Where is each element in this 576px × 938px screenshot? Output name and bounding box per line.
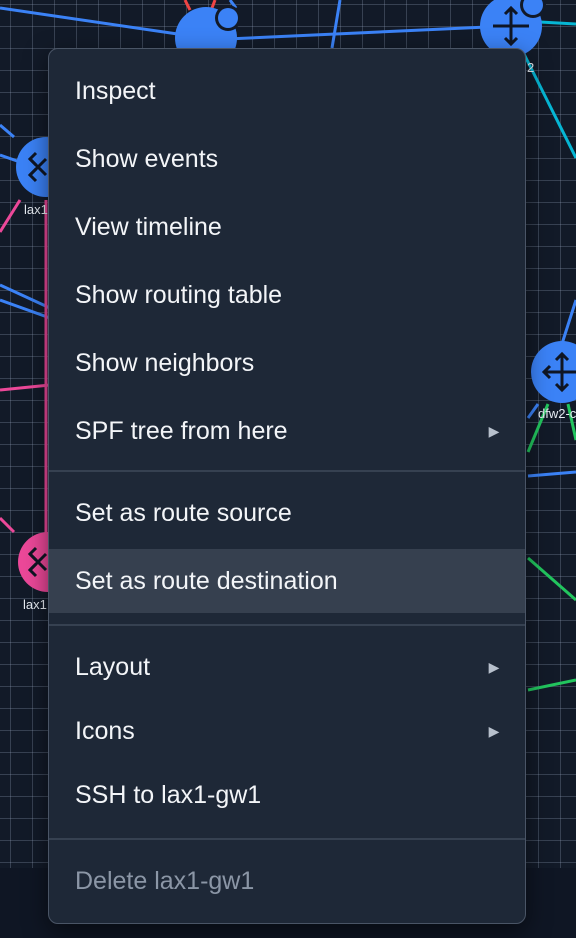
link: [204, 24, 511, 42]
menu-item-label: SPF tree from here: [75, 416, 288, 445]
link: [183, 0, 192, 11]
link: [0, 298, 51, 320]
menu-item-label: View timeline: [75, 212, 222, 241]
node-label-lax1-bottom: lax1: [23, 597, 47, 612]
link: [0, 123, 15, 139]
link: [539, 20, 576, 26]
link: [527, 470, 576, 478]
link: [527, 556, 576, 602]
node-label-dfw2: dfw2-c: [538, 406, 576, 421]
link: [0, 516, 16, 534]
link: [0, 283, 51, 310]
menu-item-show-routing-table[interactable]: Show routing table: [49, 263, 525, 327]
menu-item-set-route-destination[interactable]: Set as route destination: [49, 549, 525, 613]
menu-item-label: Show neighbors: [75, 348, 255, 377]
menu-item-label: Set as route source: [75, 498, 292, 527]
menu-separator: [49, 624, 525, 626]
link: [330, 0, 342, 49]
chevron-right-icon: ▶: [488, 722, 500, 739]
context-menu: Inspect Show events View timeline Show r…: [48, 48, 526, 924]
link: [0, 199, 22, 233]
chevron-right-icon: ▶: [488, 422, 500, 439]
menu-item-label: Icons: [75, 716, 135, 745]
menu-item-label: Layout: [75, 652, 151, 681]
menu-item-label: SSH to lax1-gw1: [75, 780, 262, 809]
menu-separator: [49, 838, 525, 840]
menu-item-inspect[interactable]: Inspect: [49, 59, 525, 123]
menu-item-show-neighbors[interactable]: Show neighbors: [49, 331, 525, 395]
menu-item-spf-tree[interactable]: SPF tree from here ▶: [49, 399, 525, 463]
node-label-lax1-top: lax1: [24, 202, 48, 217]
link: [210, 0, 217, 9]
menu-item-layout[interactable]: Layout ▶: [49, 635, 525, 699]
link: [526, 403, 540, 419]
menu-item-ssh[interactable]: SSH to lax1-gw1: [49, 763, 525, 827]
node-label-top-right: 2: [527, 60, 534, 75]
menu-item-label: Delete lax1-gw1: [75, 866, 255, 895]
menu-separator: [49, 470, 525, 472]
menu-item-delete[interactable]: Delete lax1-gw1: [49, 849, 525, 913]
router-node-dfw2[interactable]: [531, 341, 576, 403]
link: [527, 678, 576, 692]
menu-item-view-timeline[interactable]: View timeline: [49, 195, 525, 259]
menu-item-label: Set as route destination: [75, 566, 338, 595]
menu-item-icons[interactable]: Icons ▶: [49, 699, 525, 763]
menu-item-show-events[interactable]: Show events: [49, 127, 525, 191]
menu-item-label: Show routing table: [75, 280, 283, 309]
menu-item-label: Inspect: [75, 76, 156, 105]
menu-item-set-route-source[interactable]: Set as route source: [49, 481, 525, 545]
link: [0, 6, 206, 40]
link: [0, 383, 51, 392]
chevron-right-icon: ▶: [488, 658, 500, 675]
menu-item-label: Show events: [75, 144, 219, 173]
